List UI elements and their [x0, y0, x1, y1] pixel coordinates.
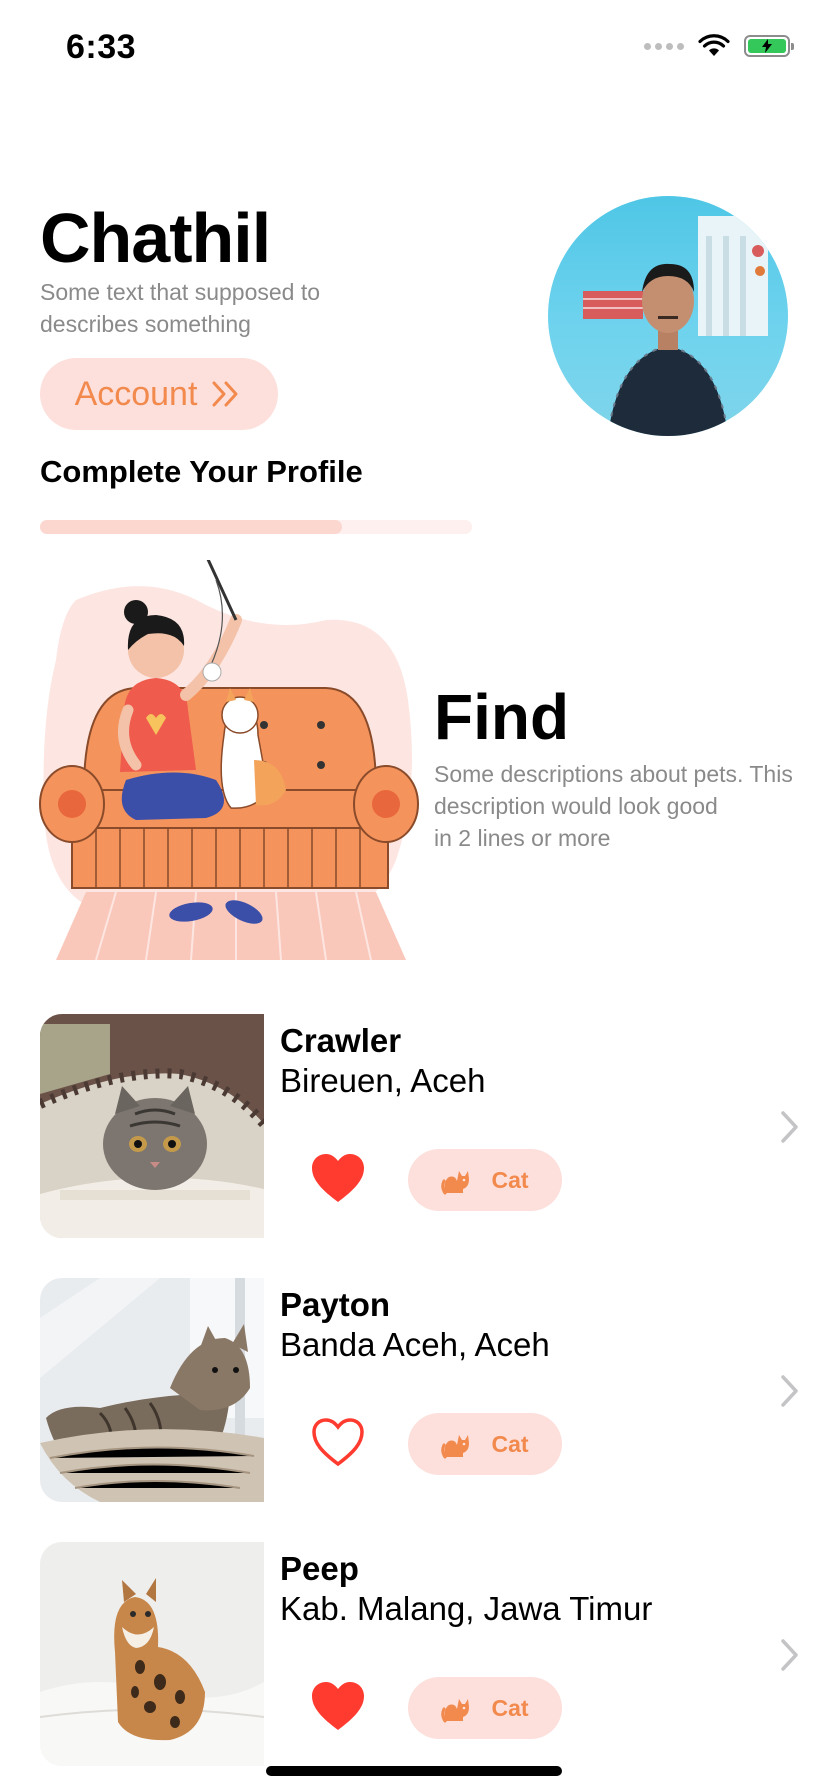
cat-icon	[441, 1435, 470, 1459]
status-time: 6:33	[66, 28, 137, 66]
find-illustration	[39, 560, 419, 960]
account-button[interactable]: Account	[40, 358, 278, 430]
user-subtitle: Some text that supposed to describes som…	[40, 279, 321, 337]
pet-location: Banda Aceh, Aceh	[280, 1326, 550, 1363]
cellular-signal-icon	[644, 42, 684, 50]
pet-card[interactable]: Crawler Bireuen, Aceh Cat	[40, 1014, 810, 1238]
chevron-right-icon[interactable]	[780, 1374, 800, 1408]
pet-type-label: Cat	[491, 1166, 529, 1193]
pet-name: Payton	[280, 1286, 391, 1323]
heart-outline-icon[interactable]	[310, 1416, 366, 1468]
chevron-right-icon[interactable]	[780, 1110, 800, 1144]
pet-photo	[40, 1542, 264, 1766]
home-indicator[interactable]	[266, 1766, 562, 1776]
pet-card[interactable]: Peep Kab. Malang, Jawa Timur Cat	[40, 1542, 810, 1766]
profile-progress-fill	[40, 520, 343, 534]
find-title: Find	[434, 681, 570, 753]
chevron-right-icon[interactable]	[780, 1638, 800, 1672]
find-description: Some descriptions about pets. This descr…	[434, 761, 793, 851]
pet-location: Bireuen, Aceh	[280, 1062, 486, 1099]
pet-type-badge[interactable]: Cat	[408, 1413, 562, 1475]
avatar[interactable]	[548, 196, 788, 436]
pet-photo	[40, 1014, 264, 1238]
pet-type-label: Cat	[491, 1694, 529, 1721]
pet-type-badge[interactable]: Cat	[408, 1149, 562, 1211]
pet-photo	[40, 1278, 264, 1502]
avatar-photo	[583, 216, 768, 436]
pet-type-label: Cat	[491, 1430, 529, 1457]
battery-icon	[744, 35, 794, 57]
heart-filled-icon[interactable]	[310, 1152, 366, 1204]
profile-title: Complete Your Profile	[40, 454, 363, 489]
pet-type-badge[interactable]: Cat	[408, 1677, 562, 1739]
pet-name: Crawler	[280, 1022, 402, 1059]
heart-filled-icon[interactable]	[310, 1680, 366, 1732]
cat-icon	[441, 1171, 470, 1195]
pet-name: Peep	[280, 1550, 359, 1587]
cat-icon	[441, 1699, 470, 1723]
profile-progress-bar	[40, 520, 472, 534]
user-name: Chathil	[40, 199, 271, 277]
wifi-icon	[698, 34, 730, 56]
pet-card[interactable]: Payton Banda Aceh, Aceh Cat	[40, 1278, 810, 1502]
pet-location: Kab. Malang, Jawa Timur	[280, 1590, 653, 1627]
double-chevron-right-icon	[212, 381, 238, 407]
account-button-label: Account	[74, 374, 198, 413]
status-icons	[644, 34, 794, 58]
